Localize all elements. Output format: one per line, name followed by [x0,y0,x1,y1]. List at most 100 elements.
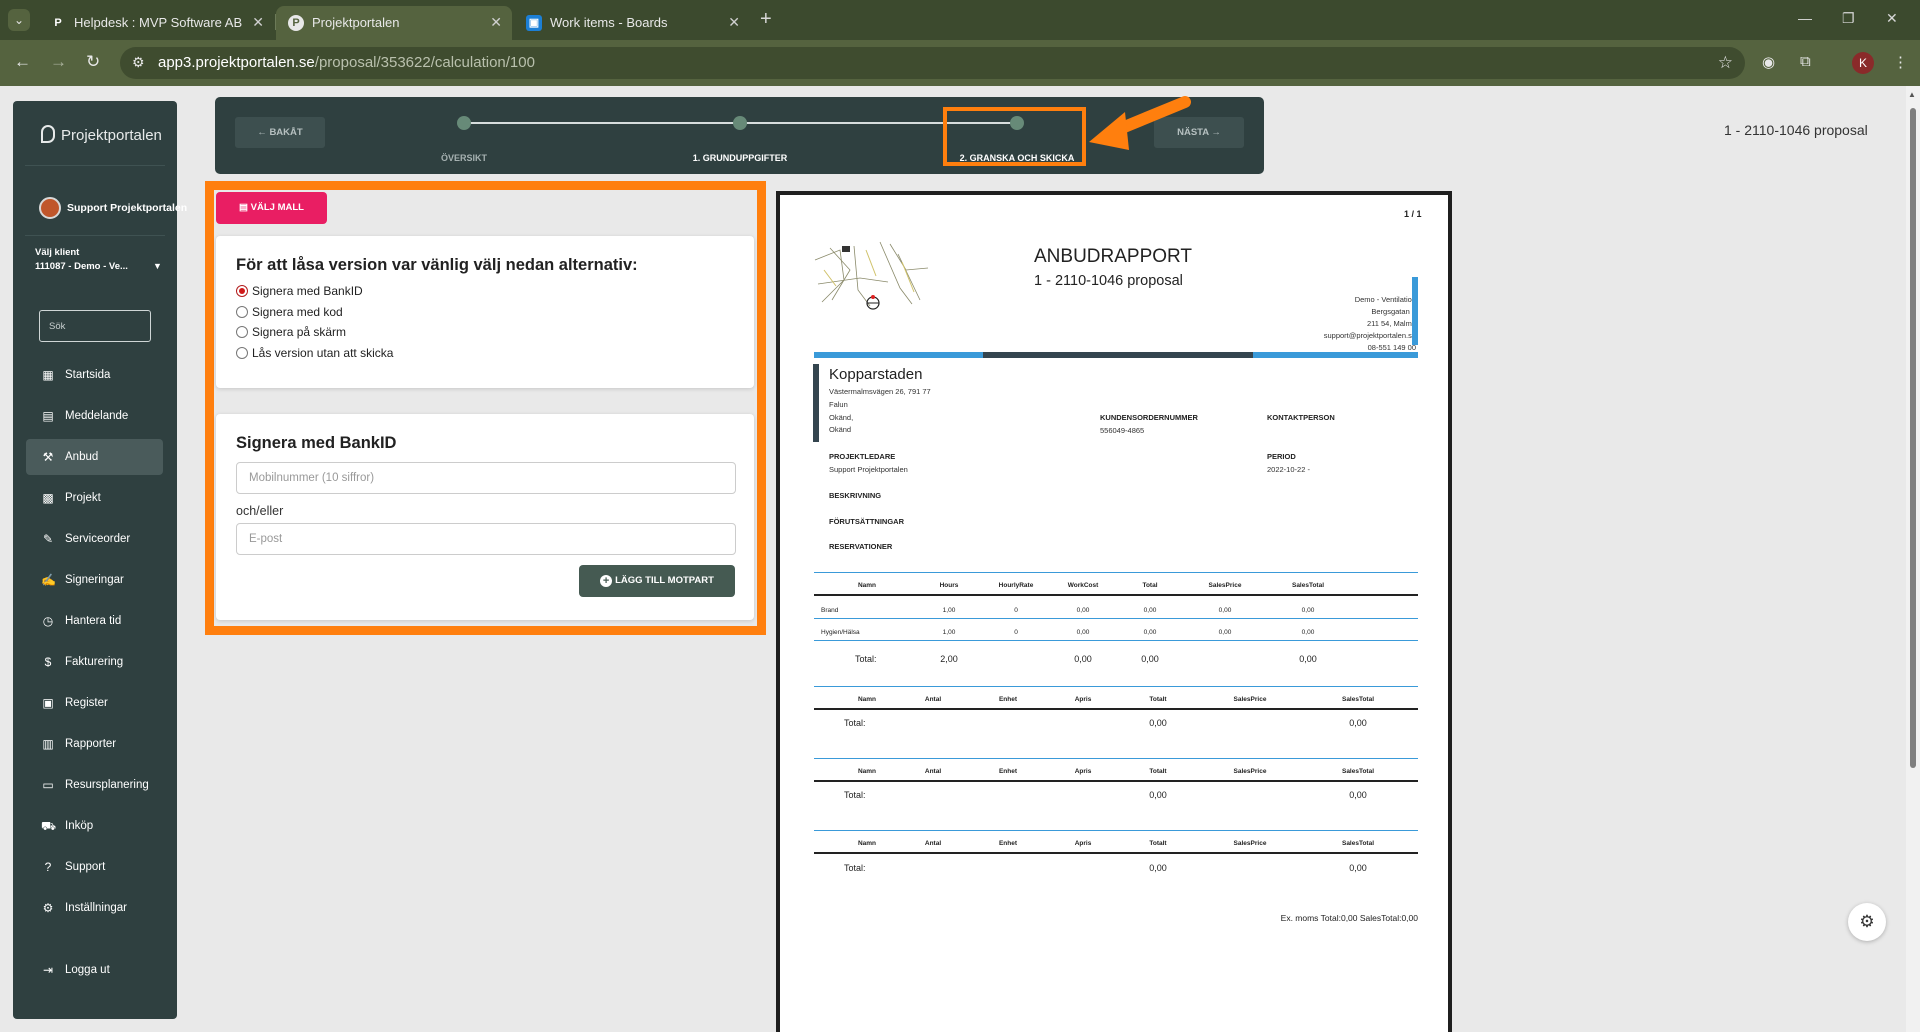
search-input[interactable] [40,311,150,341]
period-label: PERIOD [1267,452,1296,461]
reservations-label: RESERVATIONER [829,542,893,551]
mobile-input[interactable] [237,463,735,493]
sidebar-item-rapporter[interactable]: ▥ Rapporter [26,726,163,762]
table-cell: 0,00 [1143,607,1157,614]
table-header: Enhet [998,840,1018,847]
step-dot-grunduppgifter[interactable] [733,116,747,130]
logout-link[interactable]: ⇥ Logga ut [26,952,163,988]
sidebar-item-anbud[interactable]: ⚒ Anbud [26,439,163,475]
table-cell: 0,00 [1301,629,1315,636]
header-band [814,352,983,358]
brand[interactable]: Projektportalen [41,125,162,144]
table-header: Total [1142,582,1158,589]
message-icon: ▤ [42,409,54,423]
url-text[interactable]: app3.projektportalen.se/proposal/353622/… [158,54,535,71]
table-header: Namn [857,768,877,775]
total-label: Total: [844,718,866,728]
sidebar-item-label: Fakturering [65,656,124,668]
tab-projektportalen[interactable]: P Projektportalen ✕ [276,6,512,40]
back-button[interactable]: ← BAKÅT [235,117,325,148]
close-tab-icon[interactable]: ✕ [490,14,502,31]
profile-avatar[interactable]: K [1852,52,1874,74]
table-header: Enhet [998,768,1018,775]
sidebar-item-register[interactable]: ▣ Register [26,685,163,721]
bankid-heading: Signera med BankID [236,434,397,452]
close-window-icon[interactable]: ✕ [1886,10,1898,27]
radio-skarm[interactable]: Signera på skärm [236,325,346,339]
bookmark-star-icon[interactable]: ☆ [1718,53,1733,73]
client-select[interactable]: 111087 - Demo - Ve... [35,261,128,272]
scrollbar-thumb[interactable] [1910,108,1916,768]
table-cell: Brand [821,607,839,614]
reload-icon[interactable]: ↻ [86,52,100,72]
tab-work-items[interactable]: ▣ Work items - Boards ✕ [514,6,750,40]
dollar-icon: $ [44,655,52,669]
sidebar-item-projekt[interactable]: ▩ Projekt [26,480,163,516]
caret-down-icon[interactable]: ▼ [153,261,162,271]
step-label-grunduppgifter[interactable]: 1. GRUNDUPPGIFTER [693,153,788,163]
projektportalen-logo-icon [41,125,55,143]
close-tab-icon[interactable]: ✕ [252,14,264,31]
tab-search-button[interactable]: ⌄ [8,9,30,31]
minimize-icon[interactable]: — [1798,10,1812,26]
sidebar-item-label: Serviceorder [65,533,131,545]
sidebar-item-label: Signeringar [65,574,124,586]
extension-icon[interactable]: ◉ [1762,53,1775,71]
customer-line: Falun [829,400,848,409]
total-value: 0,00 [1299,654,1317,664]
customer-order-value: 556049-4865 [1100,426,1145,435]
new-tab-icon[interactable]: + [760,8,772,31]
tab-title: Helpdesk : MVP Software AB [74,15,243,30]
sidebar-item-label: Register [65,697,108,709]
document-preview[interactable]: 1 / 1 ANBUDRAPPORT 1 - 2110-1046 proposa… [776,191,1452,1032]
browser-menu-icon[interactable]: ⋮ [1893,53,1908,71]
sidebar-item-hantera-tid[interactable]: ◷ Hantera tid [26,603,163,639]
add-counterparty-label: LÄGG TILL MOTPART [615,575,714,586]
table-header: Namn [857,696,877,703]
sidebar-item-startsida[interactable]: ▦ Startsida [26,357,163,393]
radio-icon [236,347,248,359]
sidebar-item-signeringar[interactable]: ✍ Signeringar [26,562,163,598]
radio-las-utan-skicka[interactable]: Lås version utan att skicka [236,346,393,360]
email-input[interactable] [237,524,735,554]
table-cell: 0,00 [1218,607,1232,614]
sender-line: Bergsgatan 1 [1371,307,1416,316]
sender-line: 211 54, Malmö [1366,319,1416,328]
page-scrollbar[interactable]: ▲ [1906,86,1920,1032]
radio-bankid[interactable]: Signera med BankID [236,284,363,298]
sidebar-item-serviceorder[interactable]: ✎ Serviceorder [26,521,163,557]
user-menu[interactable]: Support Projektportalen [39,197,187,219]
sidebar-item-resursplanering[interactable]: ▭ Resursplanering [26,767,163,803]
sidebar-item-meddelande[interactable]: ▤ Meddelande [26,398,163,434]
address-bar[interactable]: ⚙ app3.projektportalen.se/proposal/35362… [120,47,1745,79]
settings-gear-button[interactable]: ⚙ [1848,903,1886,941]
sender-address: Demo - Ventilation Bergsgatan 1 211 54, … [1324,294,1416,354]
project-manager-value: Support Projektportalen [829,465,908,474]
table-header: WorkCost [1067,582,1099,589]
tab-helpdesk[interactable]: P Helpdesk : MVP Software AB ✕ [38,6,274,40]
sidebar-item-fakturering[interactable]: $ Fakturering [26,644,163,680]
extensions-puzzle-icon[interactable]: ⧉ [1800,53,1811,70]
add-counterparty-button[interactable]: + LÄGG TILL MOTPART [579,565,735,597]
highlight-current-step [943,107,1086,166]
step-dot-oversikt[interactable] [457,116,471,130]
choose-template-button[interactable]: ▤ VÄLJ MALL [216,192,327,224]
page-viewport: Projektportalen Support Projektportalen … [0,86,1920,1032]
step-label-oversikt[interactable]: ÖVERSIKT [441,153,487,163]
sender-accent-bar [1412,277,1418,345]
gavel-icon: ⚒ [42,450,54,464]
sidebar-item-installningar[interactable]: ⚙ Inställningar [26,890,163,926]
customer-line: Västermalmsvägen 26, 791 77 [829,387,931,396]
radio-kod[interactable]: Signera med kod [236,305,343,319]
cart-icon: ⛟ [41,819,57,833]
back-arrow-icon[interactable]: ← [14,52,31,72]
forward-arrow-icon[interactable]: → [50,52,67,72]
close-tab-icon[interactable]: ✕ [728,14,740,31]
and-or-text: och/eller [236,504,284,518]
restore-icon[interactable]: ❐ [1842,10,1855,27]
sidebar-item-support[interactable]: ? Support [26,849,163,885]
sidebar-item-inkop[interactable]: ⛟ Inköp [26,808,163,844]
scroll-up-icon[interactable]: ▲ [1908,90,1916,99]
site-info-icon[interactable]: ⚙ [132,54,145,71]
user-name: Support Projektportalen [67,201,188,214]
